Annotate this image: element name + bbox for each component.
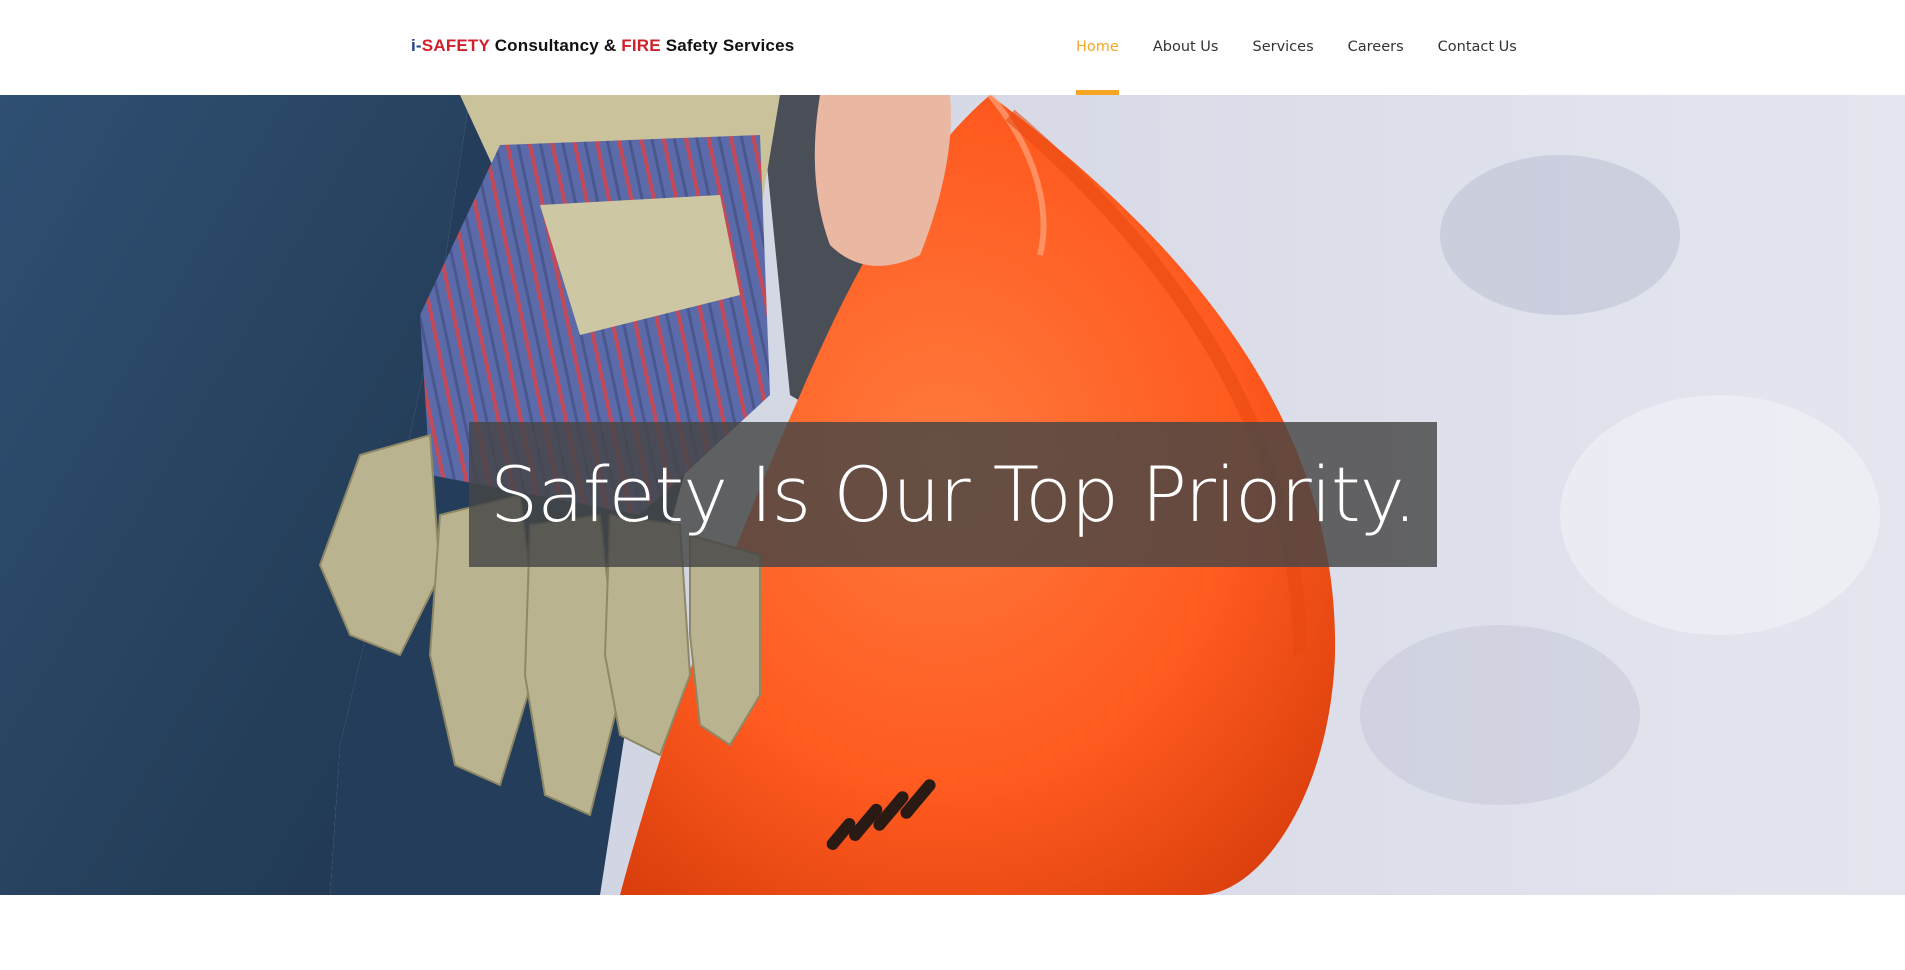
nav-item-services[interactable]: Services xyxy=(1252,0,1313,95)
content-area xyxy=(0,895,1905,970)
hero-tagline: Safety Is Our Top Priority. xyxy=(489,450,1417,539)
hero-banner: Safety Is Our Top Priority. xyxy=(0,95,1905,895)
logo-safety-word: SAFETY xyxy=(421,36,490,55)
nav-item-label: Home xyxy=(1076,39,1119,55)
nav-item-label: Careers xyxy=(1347,39,1404,55)
nav-item-contact-us[interactable]: Contact Us xyxy=(1438,0,1517,95)
nav-item-about-us[interactable]: About Us xyxy=(1153,0,1219,95)
nav-item-label: Services xyxy=(1252,39,1314,55)
hero-tagline-box: Safety Is Our Top Priority. xyxy=(469,422,1437,567)
logo-suffix-text: Safety Services xyxy=(660,36,795,55)
nav-item-home[interactable]: Home xyxy=(1076,0,1119,95)
logo-middle-text: Consultancy & xyxy=(489,36,622,55)
nav-item-label: Contact Us xyxy=(1437,39,1517,55)
nav-item-careers[interactable]: Careers xyxy=(1348,0,1404,95)
logo-fire-word: FIRE xyxy=(621,36,661,55)
nav-item-label: About Us xyxy=(1152,39,1219,55)
site-header: i-SAFETY Consultancy & FIRE Safety Servi… xyxy=(0,0,1905,95)
main-nav: Home About Us Services Careers Contact U… xyxy=(1076,0,1517,95)
logo-prefix: i- xyxy=(411,36,422,55)
site-logo[interactable]: i-SAFETY Consultancy & FIRE Safety Servi… xyxy=(411,36,794,56)
